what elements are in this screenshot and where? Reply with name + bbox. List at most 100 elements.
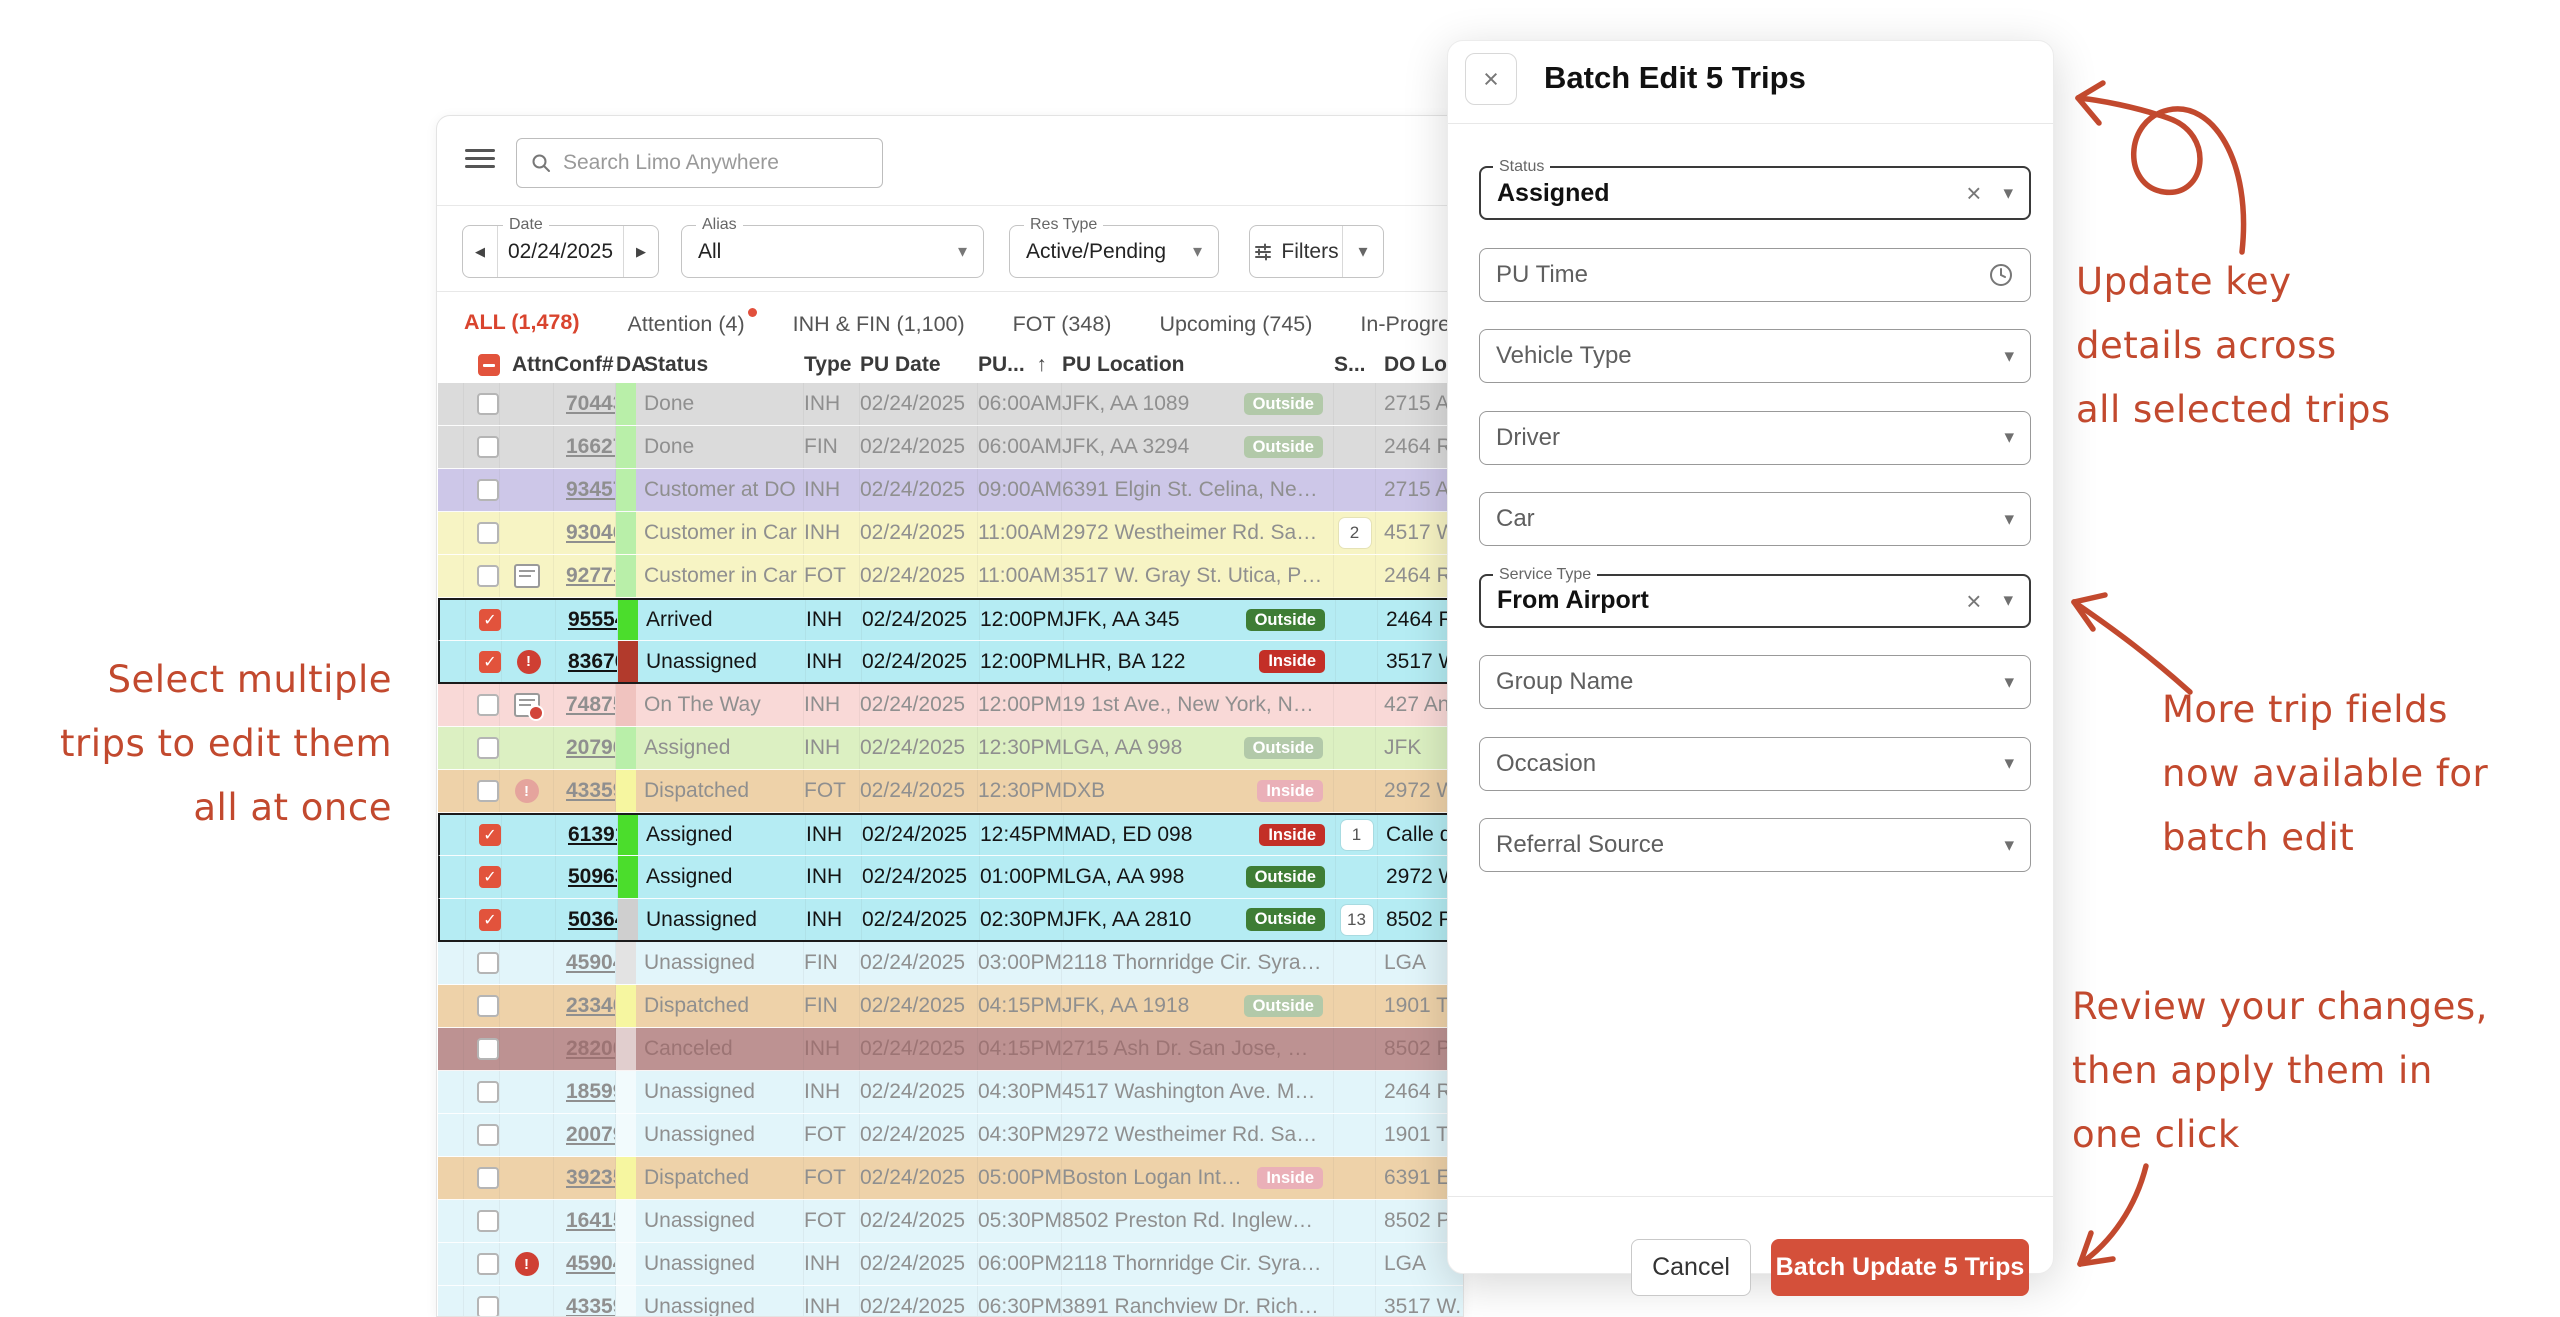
conf-number-link[interactable]: 16415 (566, 1209, 616, 1233)
conf-number-link[interactable]: 50963 (568, 865, 618, 889)
conf-number-link[interactable]: 20796 (566, 736, 616, 760)
row-checkbox[interactable] (477, 565, 499, 587)
tab-inh-fin[interactable]: INH & FIN (1,100) (791, 300, 967, 351)
tab-upcoming[interactable]: Upcoming (745) (1157, 300, 1314, 351)
tab-all[interactable]: ALL (1,478) (462, 298, 582, 353)
conf-number-link[interactable]: 45904 (566, 951, 616, 975)
table-row[interactable]: ✓ 50963 Assigned INH 02/24/2025 01:00PM … (438, 856, 1463, 899)
conf-number-link[interactable]: 92771 (566, 564, 616, 588)
row-checkbox[interactable] (477, 1038, 499, 1060)
close-icon[interactable]: × (1465, 53, 1517, 105)
conf-number-link[interactable]: 23340 (566, 994, 616, 1018)
row-checkbox[interactable] (477, 1253, 499, 1275)
clear-icon[interactable]: × (1966, 588, 1981, 614)
table-row[interactable]: 28200 Canceled INH 02/24/2025 04:15PM 27… (438, 1028, 1463, 1071)
conf-number-link[interactable]: 39235 (566, 1166, 616, 1190)
select-all-checkbox[interactable] (478, 354, 500, 376)
row-checkbox[interactable] (477, 995, 499, 1017)
menu-icon[interactable] (465, 149, 495, 171)
conf-number-link[interactable]: 43359 (566, 1295, 616, 1316)
row-checkbox[interactable]: ✓ (479, 609, 501, 631)
sort-asc-icon[interactable]: ↑ (1036, 353, 1047, 376)
table-row[interactable]: ✓ 95554 Arrived INH 02/24/2025 12:00PM J… (438, 598, 1463, 641)
filters-split-button[interactable]: Filters ▾ (1249, 225, 1384, 278)
date-prev-button[interactable]: ◀ (463, 226, 497, 277)
row-checkbox[interactable] (477, 1124, 499, 1146)
conf-number-link[interactable]: 83676 (568, 650, 618, 674)
row-checkbox[interactable] (477, 1081, 499, 1103)
table-row[interactable]: 93457 Customer at DO INH 02/24/2025 09:0… (438, 469, 1463, 512)
table-row[interactable]: 70443 Done INH 02/24/2025 06:00AM JFK, A… (438, 383, 1463, 426)
search-input[interactable] (561, 150, 868, 176)
filters-button[interactable]: Filters (1250, 226, 1342, 277)
table-row[interactable]: 45904 Unassigned FIN 02/24/2025 03:00PM … (438, 942, 1463, 985)
table-row[interactable]: 16415 Unassigned FOT 02/24/2025 05:30PM … (438, 1200, 1463, 1243)
table-row[interactable]: 20079 Unassigned FOT 02/24/2025 04:30PM … (438, 1114, 1463, 1157)
row-checkbox[interactable] (477, 1210, 499, 1232)
row-checkbox[interactable]: ✓ (479, 651, 501, 673)
table-row[interactable]: 23340 Dispatched FIN 02/24/2025 04:15PM … (438, 985, 1463, 1028)
table-row[interactable]: 43359 Unassigned INH 02/24/2025 06:30PM … (438, 1286, 1463, 1316)
field-service-type[interactable]: Service Type From Airport × ▾ (1479, 574, 2031, 628)
field-driver[interactable]: Driver × ▾ (1479, 411, 2031, 465)
table-row[interactable]: 16627 Done FIN 02/24/2025 06:00AM JFK, A… (438, 426, 1463, 469)
filters-dropdown-arrow[interactable]: ▾ (1342, 226, 1383, 277)
row-checkbox[interactable] (477, 780, 499, 802)
date-next-button[interactable]: ▶ (624, 226, 658, 277)
row-checkbox[interactable] (477, 436, 499, 458)
field-pu-time[interactable]: PU Time × ▾ (1479, 248, 2031, 302)
conf-number-link[interactable]: 20079 (566, 1123, 616, 1147)
tab-fot[interactable]: FOT (348) (1011, 300, 1114, 351)
table-row[interactable]: ! 45904 Unassigned INH 02/24/2025 06:00P… (438, 1243, 1463, 1286)
res-type-select[interactable]: Res Type Active/Pending ▾ (1009, 225, 1219, 278)
conf-number-link[interactable]: 43359 (566, 779, 616, 803)
table-row[interactable]: 18599 Unassigned INH 02/24/2025 04:30PM … (438, 1071, 1463, 1114)
conf-number-link[interactable]: 18599 (566, 1080, 616, 1104)
table-row[interactable]: ✓ 50364 Unassigned INH 02/24/2025 02:30P… (438, 899, 1463, 942)
conf-number-link[interactable]: 93457 (566, 478, 616, 502)
conf-number-link[interactable]: 45904 (566, 1252, 616, 1276)
table-row[interactable]: ! 43359 Dispatched FOT 02/24/2025 12:30P… (438, 770, 1463, 813)
field-vehicle-type[interactable]: Vehicle Type × ▾ (1479, 329, 2031, 383)
row-checkbox[interactable] (477, 393, 499, 415)
field-status[interactable]: Status Assigned × ▾ (1479, 166, 2031, 220)
table-row[interactable]: ✓ ! 83676 Unassigned INH 02/24/2025 12:0… (438, 641, 1463, 684)
batch-update-button[interactable]: Batch Update 5 Trips (1771, 1239, 2029, 1296)
row-checkbox[interactable] (477, 1296, 499, 1316)
conf-number-link[interactable]: 95554 (568, 608, 618, 632)
conf-number-link[interactable]: 28200 (566, 1037, 616, 1061)
stop-count-chip: 13 (1341, 905, 1373, 935)
alias-select[interactable]: Alias All ▾ (681, 225, 984, 278)
conf-number-link[interactable]: 70443 (566, 392, 616, 416)
cancel-button[interactable]: Cancel (1631, 1239, 1751, 1296)
clear-icon[interactable]: × (1966, 180, 1981, 206)
row-checkbox[interactable] (477, 522, 499, 544)
field-referral-source[interactable]: Referral Source × ▾ (1479, 818, 2031, 872)
row-checkbox[interactable] (477, 694, 499, 716)
row-checkbox[interactable] (477, 1167, 499, 1189)
field-group-name[interactable]: Group Name × ▾ (1479, 655, 2031, 709)
conf-number-link[interactable]: 93046 (566, 521, 616, 545)
table-row[interactable]: 74875 On The Way INH 02/24/2025 12:00PM … (438, 684, 1463, 727)
table-row[interactable]: 93046 Customer in Car INH 02/24/2025 11:… (438, 512, 1463, 555)
conf-number-link[interactable]: 16627 (566, 435, 616, 459)
global-search[interactable] (516, 138, 883, 188)
col-pu-time[interactable]: PU... ↑ (978, 353, 1062, 377)
table-row[interactable]: 20796 Assigned INH 02/24/2025 12:30PM LG… (438, 727, 1463, 770)
table-row[interactable]: 39235 Dispatched FOT 02/24/2025 05:00PM … (438, 1157, 1463, 1200)
conf-number-link[interactable]: 61391 (568, 823, 618, 847)
row-checkbox[interactable]: ✓ (479, 909, 501, 931)
table-row[interactable]: 92771 Customer in Car FOT 02/24/2025 11:… (438, 555, 1463, 598)
field-car[interactable]: Car × ▾ (1479, 492, 2031, 546)
row-checkbox[interactable] (477, 952, 499, 974)
row-checkbox[interactable]: ✓ (479, 824, 501, 846)
row-checkbox[interactable] (477, 479, 499, 501)
row-checkbox[interactable] (477, 737, 499, 759)
tab-attention[interactable]: Attention (4) (626, 300, 747, 351)
table-row[interactable]: ✓ 61391 Assigned INH 02/24/2025 12:45PM … (438, 813, 1463, 856)
field-occasion[interactable]: Occasion × ▾ (1479, 737, 2031, 791)
conf-number-link[interactable]: 74875 (566, 693, 616, 717)
row-checkbox[interactable]: ✓ (479, 866, 501, 888)
conf-number-link[interactable]: 50364 (568, 908, 618, 932)
date-filter[interactable]: Date ◀ 02/24/2025 ▶ (462, 225, 659, 278)
